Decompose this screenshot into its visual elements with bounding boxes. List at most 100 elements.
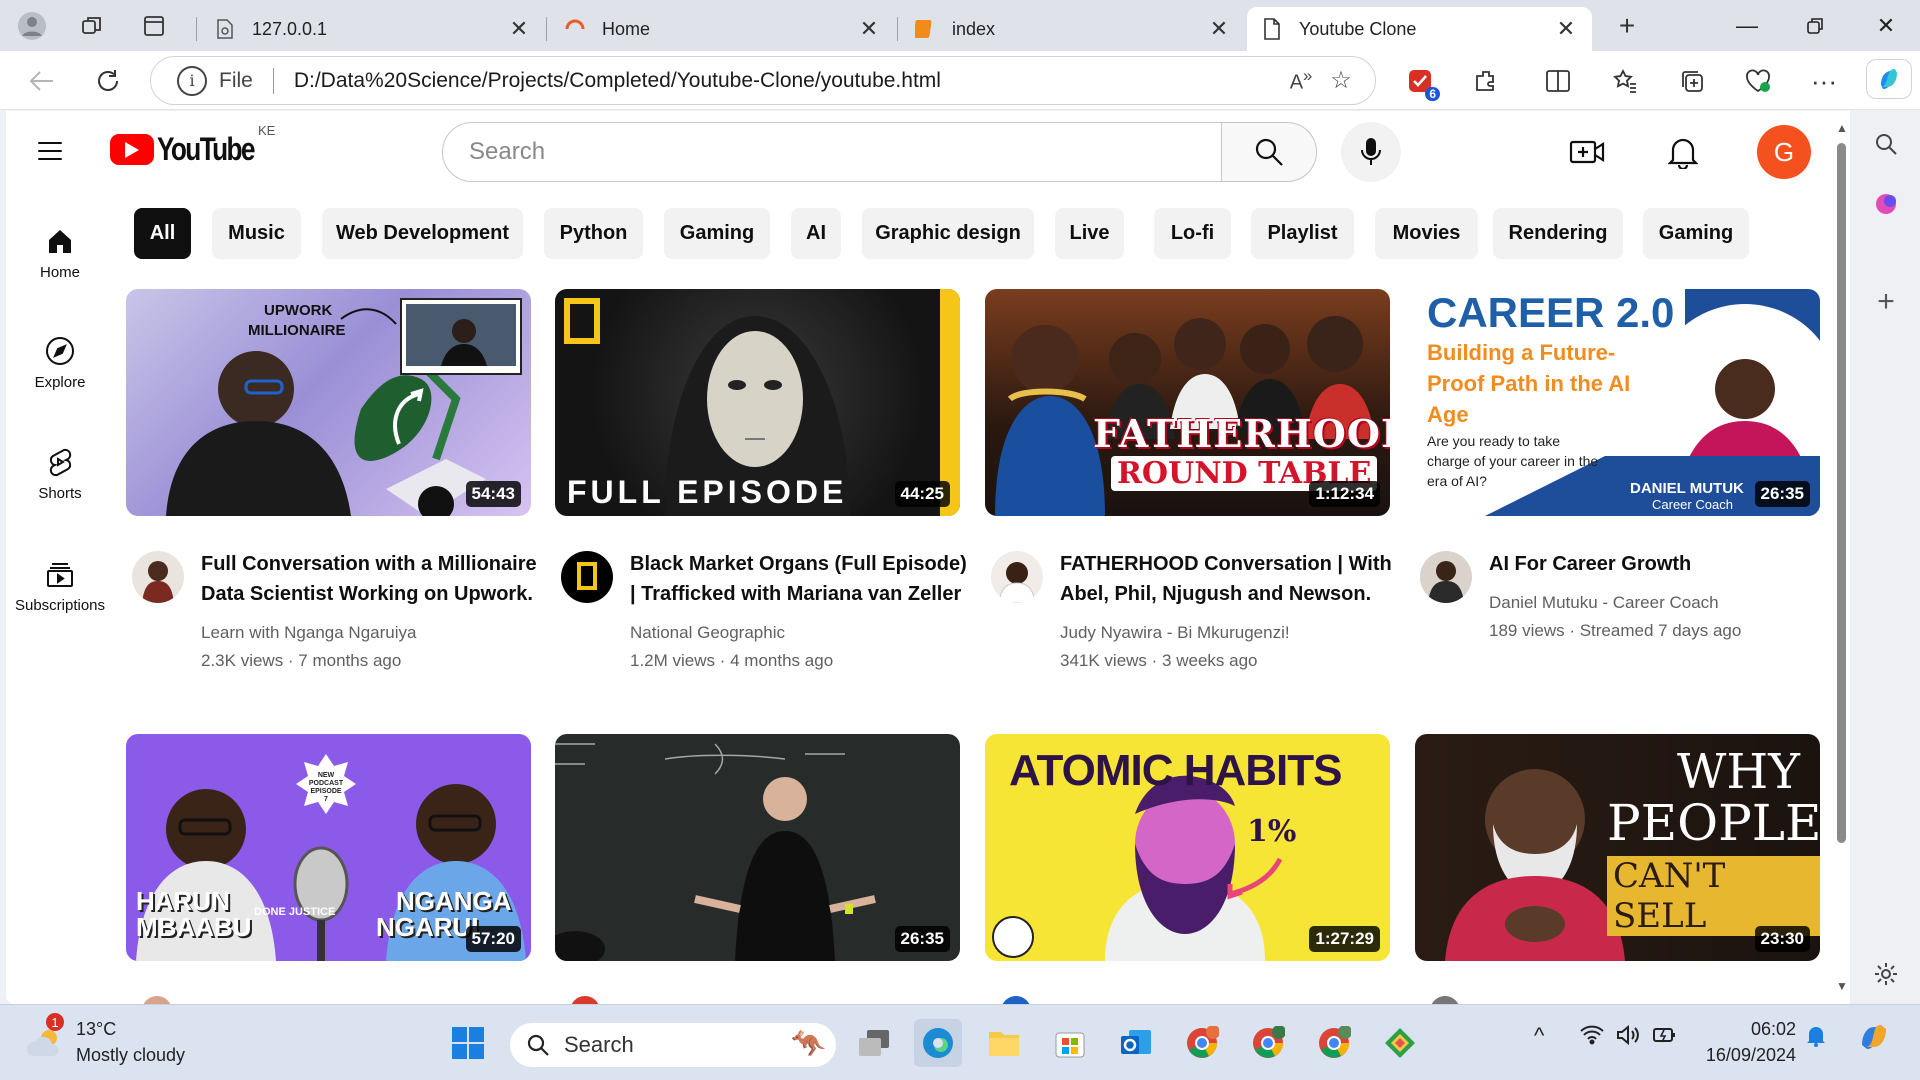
edge-browser-icon[interactable] [914, 1019, 962, 1067]
microsoft-store-icon[interactable] [1046, 1019, 1094, 1067]
sidebar-item-shorts[interactable]: Shorts [6, 447, 114, 502]
chip-web-development[interactable]: Web Development [322, 208, 523, 259]
start-windows-icon[interactable] [444, 1019, 492, 1067]
volume-icon[interactable] [1616, 1024, 1640, 1051]
workspaces-icon[interactable] [74, 8, 110, 44]
channel-name[interactable]: National Geographic [630, 619, 970, 647]
read-aloud-icon[interactable]: A» [1281, 66, 1321, 95]
video-thumbnail[interactable]: 26:35 [555, 734, 960, 961]
sidebar-item-home[interactable]: Home [6, 226, 114, 281]
new-tab-icon[interactable]: + [1609, 8, 1645, 44]
task-view-icon[interactable] [850, 1019, 898, 1067]
split-screen-icon[interactable] [1540, 63, 1576, 99]
scrollbar-thumb[interactable] [1837, 143, 1846, 843]
site-info-icon[interactable]: i [177, 65, 207, 96]
browser-essentials-icon[interactable] [1740, 63, 1776, 99]
tab-actions-icon[interactable] [136, 8, 172, 44]
url-text[interactable]: D:/Data%20Science/Projects/Completed/You… [294, 69, 1281, 93]
channel-name[interactable]: Daniel Mutuku - Career Coach [1489, 589, 1829, 617]
video-thumbnail[interactable]: ATOMIC HABITS 1% 1:27:29 [985, 734, 1390, 961]
youtube-logo[interactable]: YouTube KE [110, 123, 275, 168]
copilot-icon[interactable] [1866, 59, 1912, 99]
show-hidden-icons[interactable]: ^ [1534, 1023, 1544, 1049]
restore-icon[interactable] [1790, 6, 1840, 46]
channel-avatar[interactable] [1420, 551, 1472, 603]
tab-home[interactable]: Home ✕ [550, 7, 895, 51]
video-thumbnail[interactable]: FATHERHOOD ROUND TABLE 1:12:34 [985, 289, 1390, 516]
close-tab-icon[interactable]: ✕ [1554, 16, 1578, 42]
minimize-icon[interactable]: — [1722, 6, 1772, 46]
video-thumbnail[interactable]: WHY PEOPLE CAN'T SELL 23:30 [1415, 734, 1820, 961]
video-thumbnail[interactable]: UPWORK MILLIONAIRE 54:43 [126, 289, 531, 516]
favorite-star-icon[interactable]: ☆ [1321, 66, 1361, 95]
channel-name[interactable]: Judy Nyawira - Bi Mkurugenzi! [1060, 619, 1400, 647]
channel-avatar[interactable] [561, 551, 613, 603]
address-bar[interactable]: i File D:/Data%20Science/Projects/Comple… [150, 56, 1376, 105]
notifications-bell-icon[interactable] [1662, 131, 1704, 173]
voice-search-button[interactable] [1341, 122, 1401, 182]
chip-lo-fi[interactable]: Lo-fi [1154, 208, 1231, 259]
video-title[interactable]: FATHERHOOD Conversation | With Abel, Phi… [1060, 549, 1400, 609]
video-title[interactable]: AI For Career Growth [1489, 549, 1829, 579]
close-window-icon[interactable]: ✕ [1861, 6, 1911, 46]
collections-icon[interactable] [1674, 63, 1710, 99]
weather-widget[interactable]: 1 [22, 1013, 70, 1067]
search-button[interactable] [1221, 122, 1317, 182]
outlook-icon[interactable] [1112, 1019, 1160, 1067]
copilot-taskbar-icon[interactable] [1856, 1019, 1892, 1061]
battery-icon[interactable] [1652, 1025, 1678, 1051]
channel-avatar[interactable] [991, 551, 1043, 603]
sidebar-item-subscriptions[interactable]: Subscriptions [6, 559, 114, 614]
chip-music[interactable]: Music [212, 208, 301, 259]
chip-rendering[interactable]: Rendering [1493, 208, 1623, 259]
sidebar-search-icon[interactable] [1866, 124, 1906, 164]
hamburger-menu-icon[interactable] [38, 142, 62, 162]
wifi-icon[interactable] [1580, 1025, 1604, 1051]
file-explorer-icon[interactable] [980, 1019, 1028, 1067]
video-thumbnail[interactable]: NEW PODCAST EPISODE 7 HARUN MBAABU DONE … [126, 734, 531, 961]
profile-icon[interactable] [14, 8, 50, 44]
app-diamond-icon[interactable] [1376, 1019, 1424, 1067]
chrome-profile-2-icon[interactable] [1310, 1019, 1358, 1067]
video-thumbnail[interactable]: CAREER 2.0 Building a Future-Proof Path … [1415, 289, 1820, 516]
extension-badge-icon[interactable]: 6 [1402, 63, 1440, 101]
close-tab-icon[interactable]: ✕ [507, 16, 531, 42]
more-menu-icon[interactable]: ··· [1806, 63, 1842, 99]
extensions-icon[interactable] [1468, 63, 1504, 99]
search-input[interactable]: Search [442, 122, 1229, 182]
notification-bell-icon[interactable] [1806, 1025, 1826, 1053]
clock-date[interactable]: 16/09/2024 [1696, 1045, 1796, 1066]
chip-graphic-design[interactable]: Graphic design [862, 208, 1034, 259]
refresh-icon[interactable] [88, 61, 128, 101]
sidebar-item-explore[interactable]: Explore [6, 336, 114, 391]
sidebar-add-icon[interactable]: + [1866, 282, 1906, 322]
chip-python[interactable]: Python [544, 208, 643, 259]
chip-playlist[interactable]: Playlist [1251, 208, 1354, 259]
tab-youtube-clone[interactable]: Youtube Clone ✕ [1247, 7, 1592, 51]
sidebar-settings-icon[interactable] [1866, 954, 1906, 994]
chip-gaming-2[interactable]: Gaming [1643, 208, 1749, 259]
video-title[interactable]: Black Market Organs (Full Episode) | Tra… [630, 549, 975, 609]
channel-avatar[interactable] [132, 551, 184, 603]
account-avatar[interactable]: G [1757, 125, 1811, 179]
chip-gaming[interactable]: Gaming [664, 208, 770, 259]
close-tab-icon[interactable]: ✕ [1207, 16, 1231, 42]
video-title[interactable]: Full Conversation with a Millionaire Dat… [201, 549, 541, 609]
clock-time[interactable]: 06:02 [1706, 1019, 1796, 1040]
tab-127[interactable]: 127.0.0.1 ✕ [200, 7, 545, 51]
chrome-icon[interactable] [1178, 1019, 1226, 1067]
chip-ai[interactable]: AI [791, 208, 841, 259]
taskbar-search-input[interactable]: Search 🦘 [510, 1023, 836, 1067]
chip-all[interactable]: All [134, 208, 191, 259]
create-video-icon[interactable] [1566, 131, 1608, 173]
page-scrollbar[interactable]: ▲ ▼ [1832, 111, 1850, 1004]
sidebar-designer-icon[interactable] [1866, 184, 1906, 224]
chrome-profile-icon[interactable] [1244, 1019, 1292, 1067]
video-thumbnail[interactable]: FULL EPISODE 44:25 [555, 289, 960, 516]
chip-live[interactable]: Live [1055, 208, 1124, 259]
chip-movies[interactable]: Movies [1375, 208, 1478, 259]
favorites-icon[interactable] [1607, 63, 1643, 99]
close-tab-icon[interactable]: ✕ [857, 16, 881, 42]
channel-name[interactable]: Learn with Nganga Ngaruiya [201, 619, 541, 647]
back-icon[interactable] [22, 61, 62, 101]
